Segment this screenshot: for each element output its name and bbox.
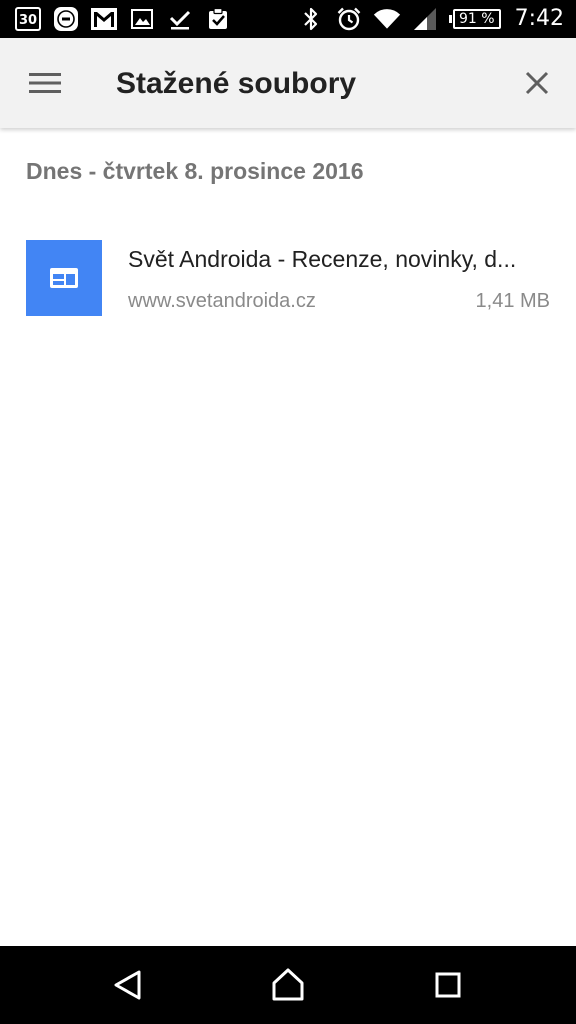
mi-icon (52, 5, 80, 33)
battery-icon: 91 % (449, 8, 501, 30)
battery-tip (449, 15, 453, 23)
status-bar: 30 91 % 7:42 (0, 0, 576, 38)
date-section-header: Dnes - čtvrtek 8. prosince 2016 (26, 158, 364, 184)
bluetooth-icon (297, 5, 325, 33)
calendar-icon: 30 (14, 5, 42, 33)
hamburger-menu-icon (29, 73, 61, 93)
page-title: Stažené soubory (116, 67, 357, 100)
toolbar: Stažené soubory (0, 38, 576, 128)
close-button[interactable] (514, 60, 560, 106)
back-icon (114, 970, 141, 1000)
clock: 7:42 (514, 6, 564, 31)
home-icon (272, 968, 304, 1001)
web-page-icon (26, 240, 102, 316)
close-icon (525, 71, 549, 95)
calendar-day: 30 (15, 7, 41, 31)
download-title: Svět Androida - Recenze, novinky, d... (128, 246, 517, 272)
file-thumbnail (26, 240, 102, 316)
gmail-icon (90, 5, 118, 33)
alarm-icon (335, 5, 363, 33)
menu-button[interactable] (18, 60, 72, 106)
battery-level: 91 % (453, 9, 501, 29)
download-item[interactable]: Svět Androida - Recenze, novinky, d... w… (0, 226, 576, 330)
check-icon (166, 5, 194, 33)
notification-icons: 30 (14, 5, 232, 33)
download-domain: www.svetandroida.cz (128, 290, 316, 312)
wifi-icon (373, 5, 401, 33)
image-icon (128, 5, 156, 33)
navigation-bar (0, 946, 576, 1024)
home-button[interactable] (260, 960, 316, 1010)
recents-button[interactable] (420, 960, 476, 1010)
system-icons: 91 % 7:42 (297, 4, 564, 34)
recents-icon (435, 972, 461, 998)
signal-icon (411, 5, 439, 33)
back-button[interactable] (100, 960, 156, 1010)
clipboard-check-icon (204, 5, 232, 33)
download-size: 1,41 MB (475, 290, 550, 312)
screen: 30 91 % 7:42 Stažené soubory Dnes - čtvr… (0, 0, 576, 1024)
